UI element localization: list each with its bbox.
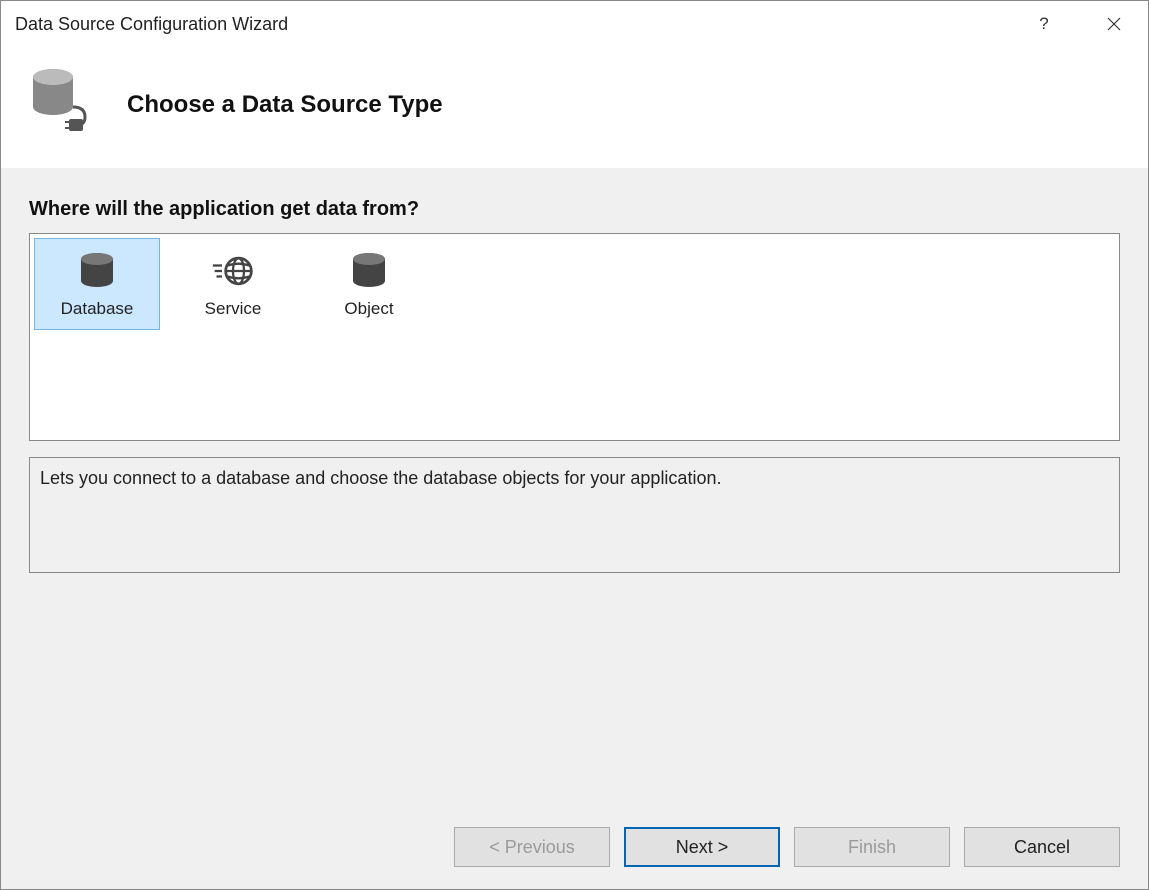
- previous-button[interactable]: < Previous: [454, 827, 610, 867]
- content-area: Where will the application get data from…: [1, 168, 1148, 809]
- wizard-window: Data Source Configuration Wizard ?: [0, 0, 1149, 890]
- object-icon: [347, 249, 391, 293]
- option-object-label: Object: [344, 299, 393, 319]
- database-plug-icon: [27, 67, 99, 137]
- description-box: Lets you connect to a database and choos…: [29, 457, 1120, 573]
- data-source-options: Database Service: [29, 233, 1120, 441]
- help-button[interactable]: ?: [1024, 9, 1064, 39]
- option-database[interactable]: Database: [34, 238, 160, 330]
- description-text: Lets you connect to a database and choos…: [40, 468, 1109, 489]
- finish-button[interactable]: Finish: [794, 827, 950, 867]
- question-label: Where will the application get data from…: [29, 198, 1120, 221]
- titlebar: Data Source Configuration Wizard ?: [1, 1, 1148, 47]
- next-button[interactable]: Next >: [624, 827, 780, 867]
- page-title: Choose a Data Source Type: [127, 91, 443, 119]
- header-icon: [27, 67, 99, 142]
- cancel-button[interactable]: Cancel: [964, 827, 1120, 867]
- database-icon: [75, 249, 119, 293]
- option-object[interactable]: Object: [306, 238, 432, 330]
- close-icon: [1107, 17, 1121, 31]
- help-icon: ?: [1039, 14, 1048, 34]
- close-button[interactable]: [1094, 9, 1134, 39]
- footer-buttons: < Previous Next > Finish Cancel: [1, 809, 1148, 889]
- window-title: Data Source Configuration Wizard: [15, 14, 1024, 35]
- option-database-label: Database: [61, 299, 134, 319]
- option-service[interactable]: Service: [170, 238, 296, 330]
- option-service-label: Service: [205, 299, 262, 319]
- header-band: Choose a Data Source Type: [1, 47, 1148, 168]
- service-icon: [211, 249, 255, 293]
- titlebar-controls: ?: [1024, 9, 1134, 39]
